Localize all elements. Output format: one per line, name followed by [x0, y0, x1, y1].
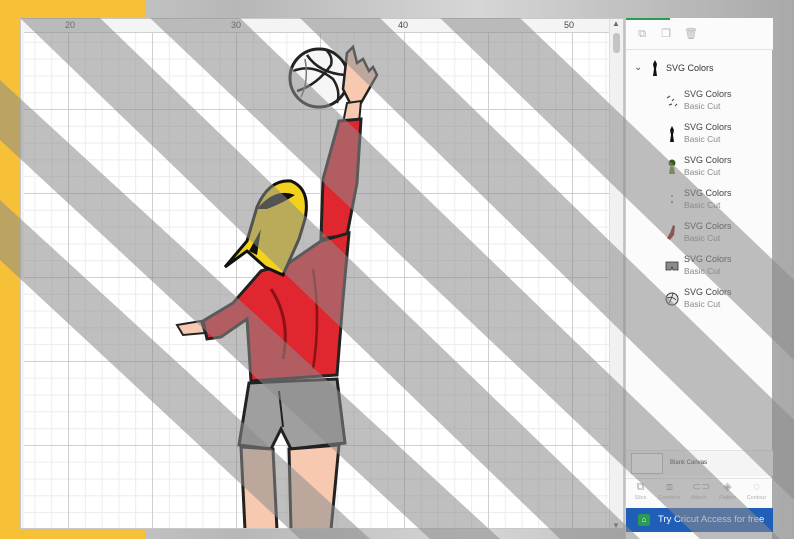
volleyball-player-artwork[interactable] — [21, 19, 624, 529]
layer-operation: Basic Cut — [684, 134, 721, 144]
layer-title: SVG Colors — [684, 188, 732, 198]
slice-button[interactable]: ⧉ Slice — [626, 481, 655, 509]
figure-silhouette-icon — [670, 126, 674, 142]
player-shorts — [237, 377, 347, 451]
action-label: Contour — [746, 495, 767, 501]
flatten-icon: ◈ — [723, 481, 732, 493]
scroll-up-arrow-icon[interactable]: ▲ — [612, 19, 620, 28]
layers-toolbar: ⧉ ❐ 🗑 — [626, 18, 773, 50]
active-tab-indicator — [626, 18, 670, 20]
layers-panel: ⧉ ❐ 🗑 ⌄ SVG Colors SVG Colors Basic Cut … — [625, 18, 773, 539]
layer-item[interactable]: SVG Colors Basic Cut — [626, 284, 773, 314]
layer-title: SVG Colors — [684, 89, 732, 99]
action-label: Slice — [634, 495, 647, 501]
blank-canvas-swatch[interactable] — [631, 453, 663, 474]
blank-canvas-label: Blank Canvas — [670, 460, 708, 466]
jersey-raised-sleeve — [319, 117, 363, 241]
attach-button[interactable]: ⊂⊃ Attach — [684, 481, 713, 509]
dots-icon — [671, 195, 673, 203]
hair-icon — [668, 159, 676, 174]
layer-item[interactable]: SVG Colors Basic Cut — [626, 119, 773, 149]
canvas-vertical-scrollbar[interactable]: ▲ ▼ — [609, 19, 623, 528]
figure-silhouette-icon — [653, 60, 657, 76]
action-label: Flatten — [719, 495, 736, 501]
yellow-frame-top — [0, 0, 145, 18]
action-label: Attach — [690, 495, 707, 501]
combine-button[interactable]: ⧈ Combine — [655, 481, 684, 509]
layer-item[interactable]: SVG Colors Basic Cut — [626, 185, 773, 215]
yellow-frame-left — [0, 0, 20, 539]
layer-group-row[interactable]: ⌄ SVG Colors — [626, 58, 773, 80]
layer-actions-bar: ⧉ Slice ⧈ Combine ⊂⊃ Attach ◈ Flatten ◌ … — [626, 478, 773, 508]
duplicate-icon[interactable]: ❐ — [660, 28, 672, 40]
scroll-thumb[interactable] — [613, 33, 620, 53]
contour-icon: ◌ — [753, 481, 760, 493]
blank-canvas-row[interactable]: Blank Canvas — [626, 450, 773, 476]
combine-icon: ⧈ — [666, 481, 673, 493]
contour-button[interactable]: ◌ Contour — [742, 481, 771, 509]
layer-title: SVG Colors — [684, 254, 732, 264]
flatten-button[interactable]: ◈ Flatten — [713, 481, 742, 509]
volleyball-icon — [665, 292, 679, 306]
player-legs — [239, 443, 341, 528]
group-icon[interactable]: ⧉ — [636, 28, 648, 40]
design-canvas[interactable]: 20 30 40 50 ▲ ▼ — [20, 18, 624, 529]
shorts-icon — [665, 261, 679, 271]
scroll-down-arrow-icon[interactable]: ▼ — [612, 521, 620, 528]
delete-icon[interactable]: 🗑 — [684, 28, 698, 40]
layer-item[interactable]: SVG Colors Basic Cut — [626, 152, 773, 182]
layer-item[interactable]: SVG Colors Basic Cut — [626, 251, 773, 281]
layer-operation: Basic Cut — [684, 200, 721, 210]
chevron-down-icon[interactable]: ⌄ — [634, 62, 642, 73]
layer-title: SVG Colors — [684, 155, 732, 165]
layer-item[interactable]: SVG Colors Basic Cut — [626, 218, 773, 248]
shirt-icon — [667, 225, 675, 240]
scribble-icon — [666, 95, 678, 107]
lock-icon: ⌂ — [638, 514, 650, 526]
layer-group-label: SVG Colors — [666, 63, 714, 73]
layer-title: SVG Colors — [684, 287, 732, 297]
layer-operation: Basic Cut — [684, 266, 721, 276]
layer-operation: Basic Cut — [684, 101, 721, 111]
layer-title: SVG Colors — [684, 221, 732, 231]
raised-hand — [341, 44, 379, 107]
layer-title: SVG Colors — [684, 122, 732, 132]
attach-icon: ⊂⊃ — [692, 481, 711, 493]
layer-operation: Basic Cut — [684, 299, 721, 309]
layer-item[interactable]: SVG Colors Basic Cut — [626, 86, 773, 116]
layer-operation: Basic Cut — [684, 233, 721, 243]
lowered-hand — [175, 319, 207, 337]
yellow-frame-bottom — [20, 528, 145, 539]
cricut-access-label: Try Cricut Access for free — [658, 514, 765, 525]
layer-operation: Basic Cut — [684, 167, 721, 177]
slice-icon: ⧉ — [636, 481, 645, 493]
cricut-access-button[interactable]: ⌂ Try Cricut Access for free — [626, 508, 773, 532]
volleyball-graphic[interactable] — [288, 47, 350, 109]
action-label: Combine — [658, 495, 681, 501]
